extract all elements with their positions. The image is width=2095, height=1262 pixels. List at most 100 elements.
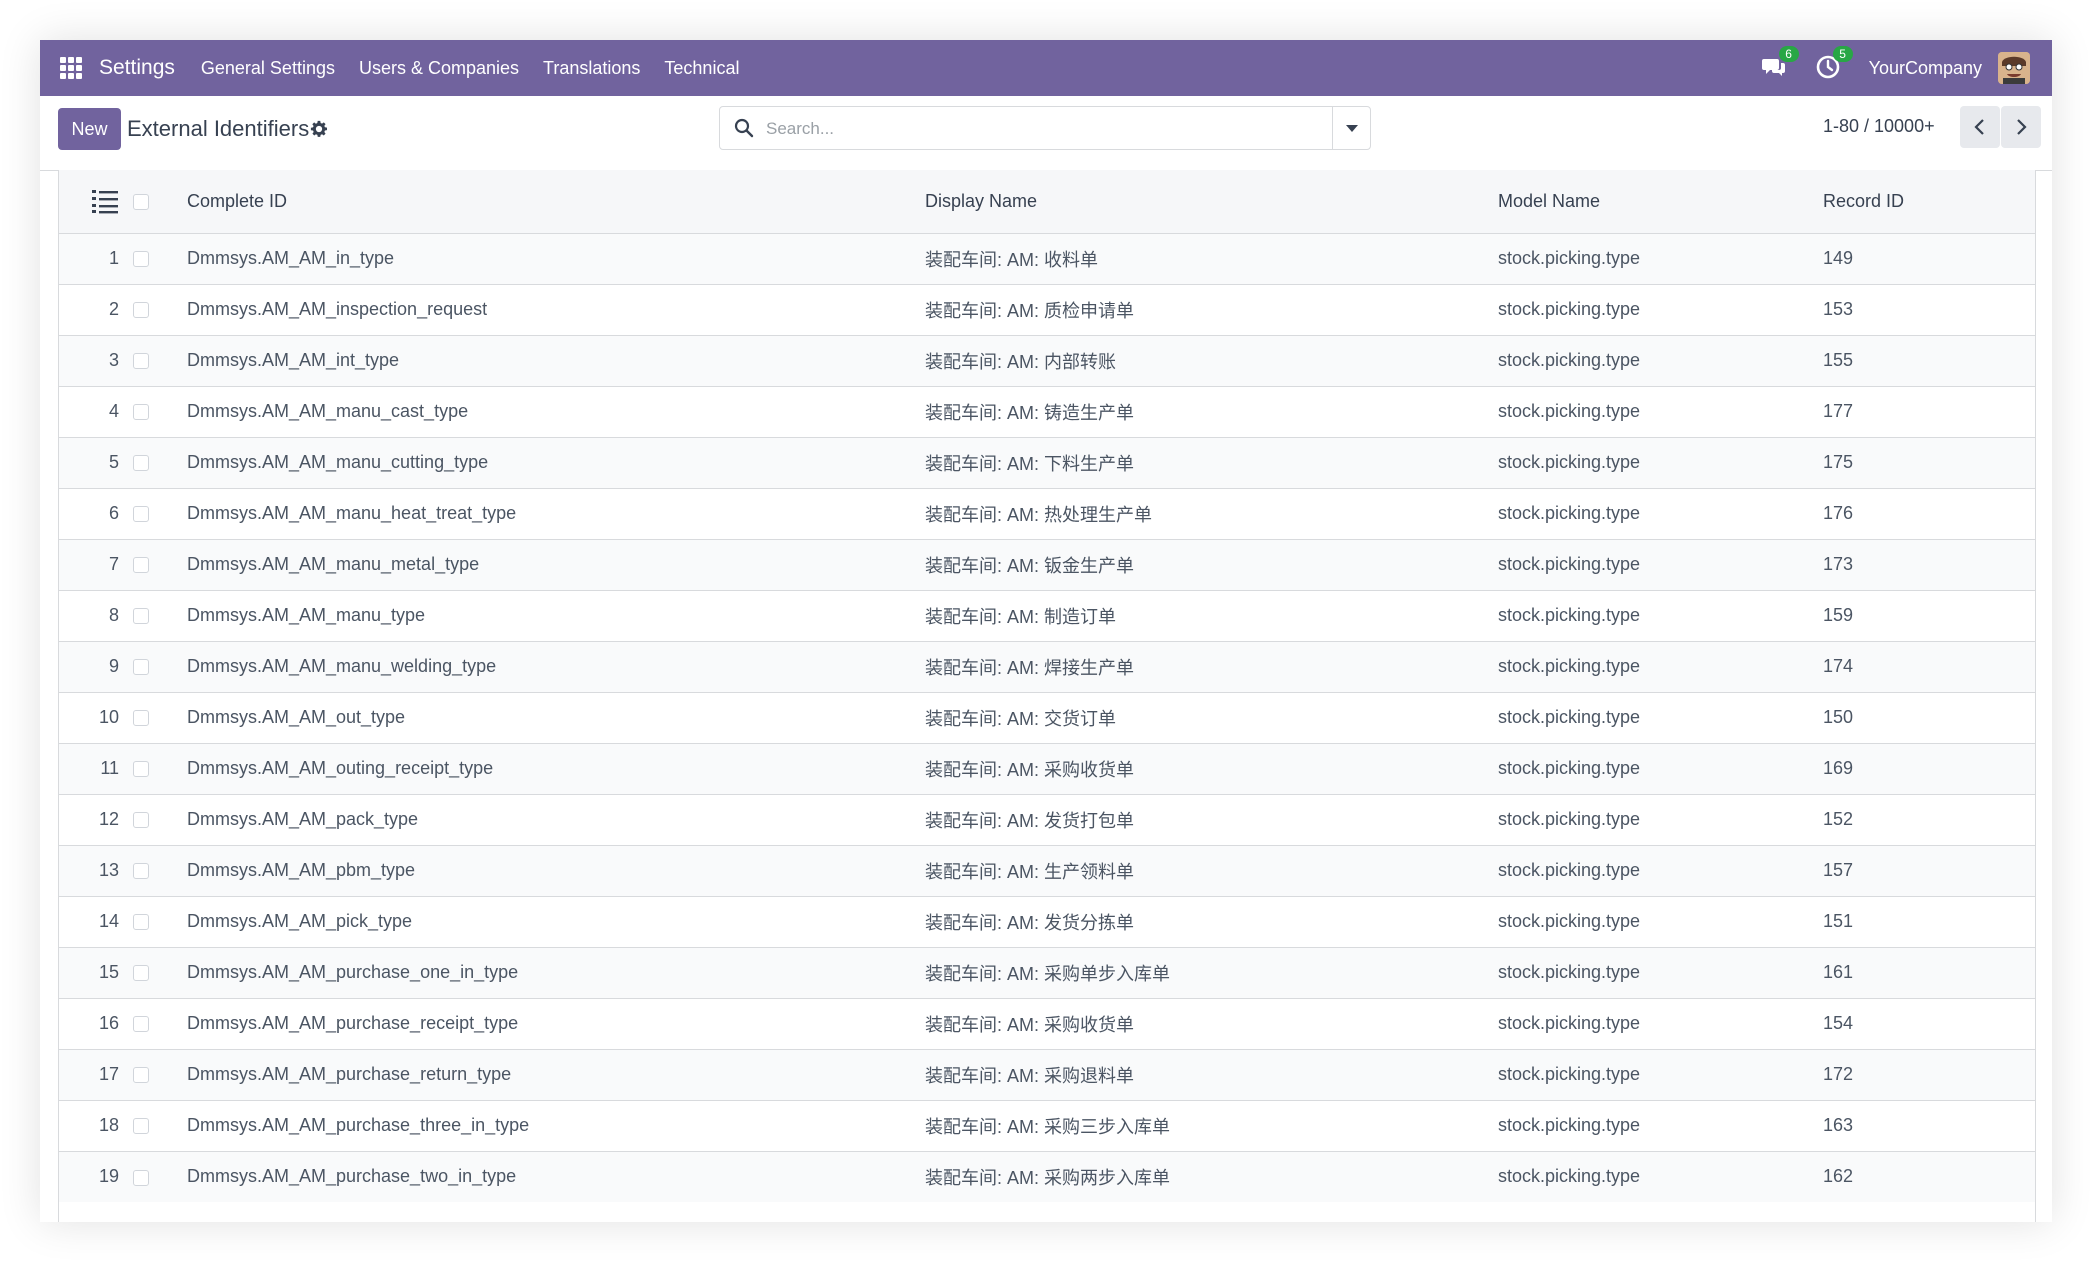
cell-complete-id: Dmmsys.AM_AM_int_type xyxy=(187,350,400,370)
cell-complete-id: Dmmsys.AM_AM_in_type xyxy=(187,248,395,268)
row-checkbox[interactable] xyxy=(133,251,149,268)
activities-button[interactable]: 5 xyxy=(1815,46,1853,82)
cell-display-name: 装配车间: AM: 收料单 xyxy=(925,249,1099,270)
cell-display-name: 装配车间: AM: 发货打包单 xyxy=(925,810,1135,831)
gear-icon[interactable] xyxy=(310,120,328,138)
cell-record-id: 149 xyxy=(1823,248,1854,268)
app-name[interactable]: Settings xyxy=(99,56,175,80)
table-row[interactable]: 15 Dmmsys.AM_AM_purchase_one_in_type 装配车间:… xyxy=(59,947,2035,998)
cell-record-id: 151 xyxy=(1823,911,1854,931)
control-panel: New External Identifiers 1-80 / 10000+ xyxy=(40,96,2052,171)
records-table: Complete ID Display Name Model Name Reco… xyxy=(59,170,2035,1202)
row-number: 19 xyxy=(98,1166,119,1187)
cell-complete-id: Dmmsys.AM_AM_purchase_two_in_type xyxy=(187,1166,517,1187)
table-row[interactable]: 10 Dmmsys.AM_AM_out_type 装配车间: AM: 交货订单 sto… xyxy=(59,692,2035,743)
cell-record-id: 174 xyxy=(1823,656,1854,676)
column-display-name[interactable]: Display Name xyxy=(925,170,1498,233)
menu-users-companies[interactable]: Users & Companies xyxy=(359,58,519,79)
row-checkbox[interactable] xyxy=(133,965,149,982)
cell-model-name: stock.picking.type xyxy=(1498,1115,1641,1135)
cell-complete-id: Dmmsys.AM_AM_pack_type xyxy=(187,809,419,829)
row-number: 2 xyxy=(108,299,119,319)
column-complete-id[interactable]: Complete ID xyxy=(187,170,925,233)
table-row[interactable]: 16 Dmmsys.AM_AM_purchase_receipt_type 装配车间… xyxy=(59,998,2035,1049)
row-checkbox[interactable] xyxy=(133,608,149,625)
row-number: 9 xyxy=(108,656,119,676)
pager-previous-button[interactable] xyxy=(1960,106,2000,148)
list-numbered-icon[interactable] xyxy=(91,187,119,215)
row-number: 5 xyxy=(108,452,119,472)
row-number: 17 xyxy=(98,1064,119,1084)
search-input[interactable] xyxy=(764,113,1328,145)
select-all-checkbox[interactable] xyxy=(133,194,149,210)
menu-technical[interactable]: Technical xyxy=(664,58,739,79)
cell-complete-id: Dmmsys.AM_AM_pbm_type xyxy=(187,860,416,880)
table-row[interactable]: 19 Dmmsys.AM_AM_purchase_two_in_type 装配车间:… xyxy=(59,1151,2035,1202)
row-checkbox[interactable] xyxy=(133,1016,149,1033)
company-switcher[interactable]: YourCompany xyxy=(1869,58,1982,79)
menu-translations[interactable]: Translations xyxy=(543,58,640,79)
row-checkbox[interactable] xyxy=(133,353,149,370)
cell-complete-id: Dmmsys.AM_AM_manu_cutting_type xyxy=(187,452,489,472)
row-checkbox[interactable] xyxy=(133,506,149,523)
cell-model-name: stock.picking.type xyxy=(1498,605,1641,625)
table-row[interactable]: 9 Dmmsys.AM_AM_manu_welding_type 装配车间: AM:… xyxy=(59,641,2035,692)
table-row[interactable]: 3 Dmmsys.AM_AM_int_type 装配车间: AM: 内部转账 stoc… xyxy=(59,335,2035,386)
activities-count-badge: 5 xyxy=(1832,46,1853,62)
row-checkbox[interactable] xyxy=(133,812,149,829)
pager-next-button[interactable] xyxy=(2001,106,2041,148)
column-model-name[interactable]: Model Name xyxy=(1498,170,1823,233)
row-checkbox[interactable] xyxy=(133,914,149,931)
messages-button[interactable]: 6 xyxy=(1761,46,1799,82)
cell-model-name: stock.picking.type xyxy=(1498,248,1641,268)
row-checkbox[interactable] xyxy=(133,659,149,676)
row-checkbox[interactable] xyxy=(133,710,149,727)
table-row[interactable]: 8 Dmmsys.AM_AM_manu_type 装配车间: AM: 制造订单 sto… xyxy=(59,590,2035,641)
row-checkbox[interactable] xyxy=(133,455,149,472)
table-row[interactable]: 4 Dmmsys.AM_AM_manu_cast_type 装配车间: AM: 铸造… xyxy=(59,386,2035,437)
cell-model-name: stock.picking.type xyxy=(1498,299,1641,319)
pager-value[interactable]: 1-80 / 10000+ xyxy=(1823,116,1935,137)
row-checkbox[interactable] xyxy=(133,1169,149,1186)
cell-record-id: 153 xyxy=(1823,299,1854,319)
table-row[interactable]: 7 Dmmsys.AM_AM_manu_metal_type 装配车间: AM: 钣… xyxy=(59,539,2035,590)
table-row[interactable]: 11 Dmmsys.AM_AM_outing_receipt_type 装配车间: … xyxy=(59,743,2035,794)
cell-display-name: 装配车间: AM: 质检申请单 xyxy=(925,300,1135,321)
cell-record-id: 175 xyxy=(1823,452,1854,472)
cell-record-id: 152 xyxy=(1823,809,1854,829)
menu-general-settings[interactable]: General Settings xyxy=(201,58,335,79)
row-checkbox[interactable] xyxy=(133,557,149,574)
cell-complete-id: Dmmsys.AM_AM_purchase_one_in_type xyxy=(187,962,519,982)
column-record-id[interactable]: Record ID xyxy=(1823,170,2035,233)
apps-menu-icon[interactable] xyxy=(60,57,82,79)
user-avatar[interactable] xyxy=(1998,52,2030,84)
table-row[interactable]: 13 Dmmsys.AM_AM_pbm_type 装配车间: AM: 生产领料单 st… xyxy=(59,845,2035,896)
new-button[interactable]: New xyxy=(58,108,121,150)
row-checkbox[interactable] xyxy=(133,404,149,421)
row-checkbox[interactable] xyxy=(133,761,149,778)
table-row[interactable]: 5 Dmmsys.AM_AM_manu_cutting_type 装配车间: AM:… xyxy=(59,437,2035,488)
row-checkbox[interactable] xyxy=(133,1067,149,1084)
table-row[interactable]: 12 Dmmsys.AM_AM_pack_type 装配车间: AM: 发货打包单 s… xyxy=(59,794,2035,845)
row-checkbox[interactable] xyxy=(133,863,149,880)
row-number: 11 xyxy=(100,758,119,778)
table-row[interactable]: 17 Dmmsys.AM_AM_purchase_return_type 装配车间:… xyxy=(59,1049,2035,1100)
table-row[interactable]: 1 Dmmsys.AM_AM_in_type 装配车间: AM: 收料单 stock.… xyxy=(59,233,2035,284)
search-options-toggle[interactable] xyxy=(1332,107,1370,149)
cell-display-name: 装配车间: AM: 采购收货单 xyxy=(925,759,1135,780)
cell-display-name: 装配车间: AM: 制造订单 xyxy=(925,606,1117,627)
table-row[interactable]: 14 Dmmsys.AM_AM_pick_type 装配车间: AM: 发货分拣单 s… xyxy=(59,896,2035,947)
table-row[interactable]: 2 Dmmsys.AM_AM_inspection_request 装配车间: AM… xyxy=(59,284,2035,335)
row-number: 6 xyxy=(108,503,119,523)
cell-display-name: 装配车间: AM: 焊接生产单 xyxy=(925,657,1135,678)
cell-complete-id: Dmmsys.AM_AM_inspection_request xyxy=(187,299,488,319)
table-row[interactable]: 18 Dmmsys.AM_AM_purchase_three_in_type 装配车… xyxy=(59,1100,2035,1151)
cell-display-name: 装配车间: AM: 钣金生产单 xyxy=(925,555,1135,576)
table-header: Complete ID Display Name Model Name Reco… xyxy=(59,170,2035,233)
table-row[interactable]: 6 Dmmsys.AM_AM_manu_heat_treat_type 装配车间: … xyxy=(59,488,2035,539)
cell-complete-id: Dmmsys.AM_AM_manu_cast_type xyxy=(187,401,469,421)
cell-model-name: stock.picking.type xyxy=(1498,962,1641,982)
row-checkbox[interactable] xyxy=(133,302,149,319)
row-checkbox[interactable] xyxy=(133,1118,149,1135)
row-number: 16 xyxy=(98,1013,119,1033)
